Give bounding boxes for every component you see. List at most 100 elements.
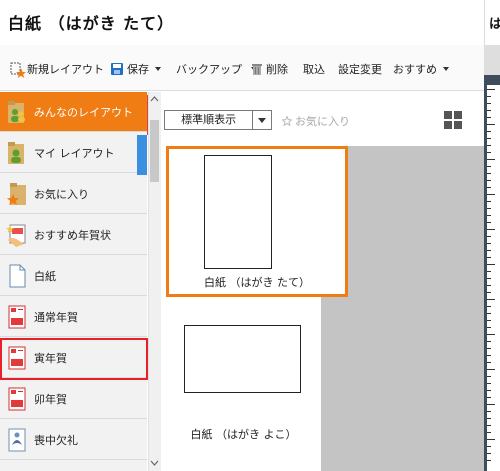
sidebar-item-blank[interactable]: 白紙 <box>0 256 147 296</box>
ruler-tick <box>487 425 491 426</box>
ruler-tick <box>487 453 491 454</box>
postcard-icon <box>6 386 28 412</box>
ruler-tick <box>487 201 491 202</box>
sidebar-item-partial <box>0 461 147 471</box>
person-folder-icon <box>6 140 28 166</box>
sidebar-item-regular-new-year[interactable]: 通常年賀 <box>0 297 147 337</box>
sidebar-item-label: みんなのレイアウト <box>34 105 133 119</box>
ruler-tick <box>487 124 495 125</box>
ruler-tick <box>487 96 491 97</box>
save-dropdown-icon[interactable] <box>155 67 161 71</box>
new-layout-icon <box>10 62 26 78</box>
ruler-tick <box>487 222 491 223</box>
scroll-up-icon[interactable] <box>150 94 159 104</box>
sidebar-item-label: 卯年賀 <box>34 392 67 406</box>
chevron-down-icon[interactable] <box>253 111 271 129</box>
ruler-tick <box>487 173 491 174</box>
ruler-tick <box>487 306 491 307</box>
vertical-ruler <box>487 85 500 471</box>
ruler-tick <box>487 285 491 286</box>
sidebar-item-label: 喪中欠礼 <box>34 433 78 447</box>
layout-card-landscape[interactable]: 白紙 （はがき よこ） <box>166 300 321 460</box>
grid-view-icon[interactable] <box>444 111 462 129</box>
ruler-tick <box>487 362 491 363</box>
blank-page-icon <box>6 263 28 289</box>
ruler-tick <box>487 89 495 90</box>
sidebar-item-my-layouts[interactable]: マイ レイアウト <box>0 133 147 173</box>
ruler-tick <box>487 152 491 153</box>
ruler-tick <box>487 264 495 265</box>
ruler-tick <box>487 236 491 237</box>
ruler-tick <box>487 180 491 181</box>
ruler-tick <box>487 411 491 412</box>
recommend-button[interactable]: おすすめ <box>393 61 449 77</box>
delete-label: 削除 <box>266 63 288 76</box>
portrait-paper-thumbnail <box>204 155 272 269</box>
layout-card-label: 白紙 （はがき よこ） <box>190 428 297 441</box>
sidebar-item-favorites[interactable]: お気に入り <box>0 174 147 214</box>
ruler-tick <box>487 390 491 391</box>
postcard-icon <box>6 304 28 330</box>
ruler-tick <box>487 313 491 314</box>
ruler-tick <box>487 103 491 104</box>
layout-card-portrait[interactable]: 白紙 （はがき たて） <box>166 146 348 297</box>
save-icon <box>110 62 124 76</box>
ruler-tick <box>487 292 491 293</box>
ruler-tick <box>487 138 491 139</box>
ruler-tick <box>487 404 495 405</box>
backup-button[interactable]: バックアップ <box>176 61 257 77</box>
ruler-tick <box>487 383 491 384</box>
page-title: 白紙 （はがき たて） <box>8 14 175 33</box>
sidebar-item-mourning[interactable]: 喪中欠礼 <box>0 420 147 460</box>
ruler-tick <box>487 145 491 146</box>
ruler-tick <box>487 159 495 160</box>
right-panel-title-text: は <box>489 17 500 32</box>
ruler-tick <box>487 397 491 398</box>
import-button[interactable]: 取込 <box>303 61 325 77</box>
ruler-tick <box>487 439 495 440</box>
ruler-tick <box>487 348 491 349</box>
ruler-tick <box>487 369 495 370</box>
sidebar-item-recommended-cards[interactable]: おすすめ年賀状 <box>0 215 147 255</box>
highlight-box <box>0 338 148 380</box>
ruler-tick <box>487 117 491 118</box>
sort-dropdown[interactable]: 標準順表示 <box>164 110 272 130</box>
sidebar-item-label: おすすめ年賀状 <box>34 228 111 242</box>
backup-label: バックアップ <box>176 63 242 76</box>
recommend-card-icon <box>6 222 28 248</box>
ruler-tick <box>487 229 495 230</box>
ruler-tick <box>487 460 491 461</box>
ruler-tick <box>487 418 491 419</box>
sidebar-item-label: マイ レイアウト <box>34 146 115 160</box>
scroll-down-icon[interactable] <box>148 455 160 471</box>
ruler-tick <box>487 376 491 377</box>
my-layout-accent-strip <box>137 135 147 175</box>
sidebar-item-rabbit-year[interactable]: 卯年賀 <box>0 379 147 419</box>
ruler-tick <box>487 215 491 216</box>
ruler-tick <box>487 446 491 447</box>
delete-button[interactable]: 削除 <box>251 61 288 77</box>
ruler-tick <box>487 299 495 300</box>
right-panel-title: は <box>484 0 500 45</box>
star-outline-icon <box>282 116 292 126</box>
sidebar-item-everyone-layouts[interactable]: みんなのレイアウト <box>0 92 147 132</box>
settings-label: 設定変更 <box>338 63 382 76</box>
ruler-tick <box>487 250 491 251</box>
sort-dropdown-value: 標準順表示 <box>165 111 254 129</box>
ruler-tick <box>487 187 491 188</box>
ruler-tick <box>487 341 491 342</box>
ruler-tick <box>487 432 491 433</box>
title-bar: 白紙 （はがき たて） <box>0 0 484 45</box>
ruler-tick <box>487 334 495 335</box>
sidebar-scrollbar-thumb[interactable] <box>150 120 159 182</box>
preview-ruler-panel <box>484 45 500 471</box>
recommend-label: おすすめ <box>393 63 437 76</box>
mourning-card-icon <box>6 427 28 453</box>
recommend-dropdown-icon[interactable] <box>443 67 449 71</box>
save-button[interactable]: 保存 <box>110 61 161 77</box>
new-layout-label: 新規レイアウト <box>27 63 104 76</box>
settings-button[interactable]: 設定変更 <box>338 61 382 77</box>
new-layout-button[interactable]: 新規レイアウト <box>10 61 104 78</box>
favorites-filter[interactable]: お気に入り <box>282 113 350 129</box>
category-sidebar: みんなのレイアウト マイ レイアウト お気に入り おすすめ年賀状 白紙 通常年賀 <box>0 92 147 471</box>
